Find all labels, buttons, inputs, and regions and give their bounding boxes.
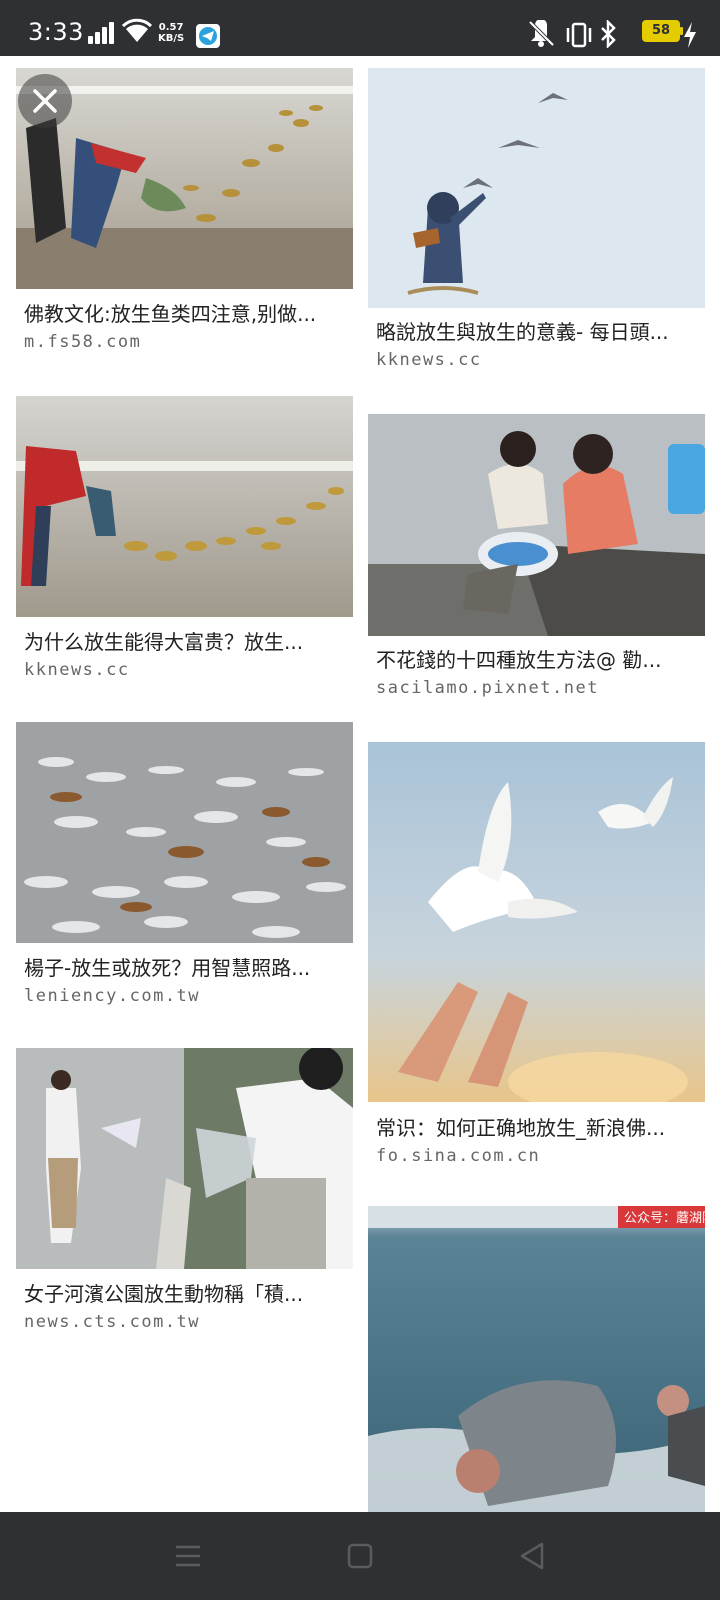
telegram-icon — [196, 24, 220, 48]
result-source: fo.sina.com.cn — [376, 1146, 541, 1166]
battery-icon: 58 — [642, 20, 683, 42]
result-image: 公众号：蘑湖阿 — [368, 1206, 705, 1512]
result-source: m.fs58.com — [24, 332, 142, 352]
battery-level: 58 — [651, 23, 671, 38]
network-speed: 0.57 KB/S — [158, 22, 184, 44]
result-caption: 常识：如何正确地放生_新浪佛... — [376, 1116, 666, 1140]
close-button[interactable] — [18, 74, 72, 128]
result-card[interactable]: 不花錢的十四種放生方法@ 勸... sacilamo.pixnet.net — [368, 414, 705, 714]
result-source: sacilamo.pixnet.net — [376, 678, 599, 698]
wifi-icon — [122, 18, 152, 42]
result-card[interactable]: 楊子-放生或放死？用智慧照路... leniency.com.tw — [16, 722, 353, 1022]
home-icon[interactable] — [340, 1536, 380, 1576]
back-icon[interactable] — [512, 1536, 552, 1576]
result-caption: 女子河濱公園放生動物稱「積... — [24, 1282, 304, 1306]
result-caption: 佛教文化:放生鱼类四注意,别做... — [24, 302, 317, 326]
result-image — [16, 722, 353, 943]
result-source: leniency.com.tw — [24, 986, 201, 1006]
result-caption: 为什么放生能得大富贵？放生... — [24, 630, 304, 654]
result-card[interactable]: 略說放生與放生的意義- 每日頭... kknews.cc — [368, 68, 705, 388]
result-image — [368, 742, 705, 1102]
bluetooth-icon — [601, 20, 616, 48]
result-caption: 不花錢的十四種放生方法@ 勸... — [376, 648, 662, 672]
speed-value: 0.57 — [158, 22, 184, 33]
status-bar: 3:33 0.57 KB/S 58 — [0, 0, 720, 56]
result-card[interactable]: 女子河濱公園放生動物稱「積... news.cts.com.tw — [16, 1048, 353, 1348]
charging-icon — [684, 22, 696, 48]
result-source: kknews.cc — [376, 350, 482, 370]
vibrate-off-icon — [528, 20, 555, 47]
close-icon — [33, 89, 57, 113]
speed-unit: KB/S — [158, 33, 185, 44]
result-image — [16, 396, 353, 617]
result-image — [16, 1048, 353, 1269]
status-time: 3:33 — [28, 18, 84, 46]
navigation-bar — [0, 1512, 720, 1600]
result-source: news.cts.com.tw — [24, 1312, 201, 1332]
signal-icon — [88, 20, 118, 44]
result-caption: 略說放生與放生的意義- 每日頭... — [376, 320, 669, 344]
result-caption: 楊子-放生或放死？用智慧照路... — [24, 956, 311, 980]
watermark-text: 公众号：蘑湖阿 — [624, 1211, 705, 1226]
result-image — [368, 68, 705, 308]
result-card[interactable]: 为什么放生能得大富贵？放生... kknews.cc — [16, 396, 353, 696]
menu-icon[interactable] — [168, 1536, 208, 1576]
result-card[interactable]: 公众号：蘑湖阿 — [368, 1206, 705, 1512]
vibrate-icon — [566, 22, 592, 48]
result-source: kknews.cc — [24, 660, 130, 680]
result-card[interactable]: 常识：如何正确地放生_新浪佛... fo.sina.com.cn — [368, 742, 705, 1178]
result-image — [368, 414, 705, 636]
